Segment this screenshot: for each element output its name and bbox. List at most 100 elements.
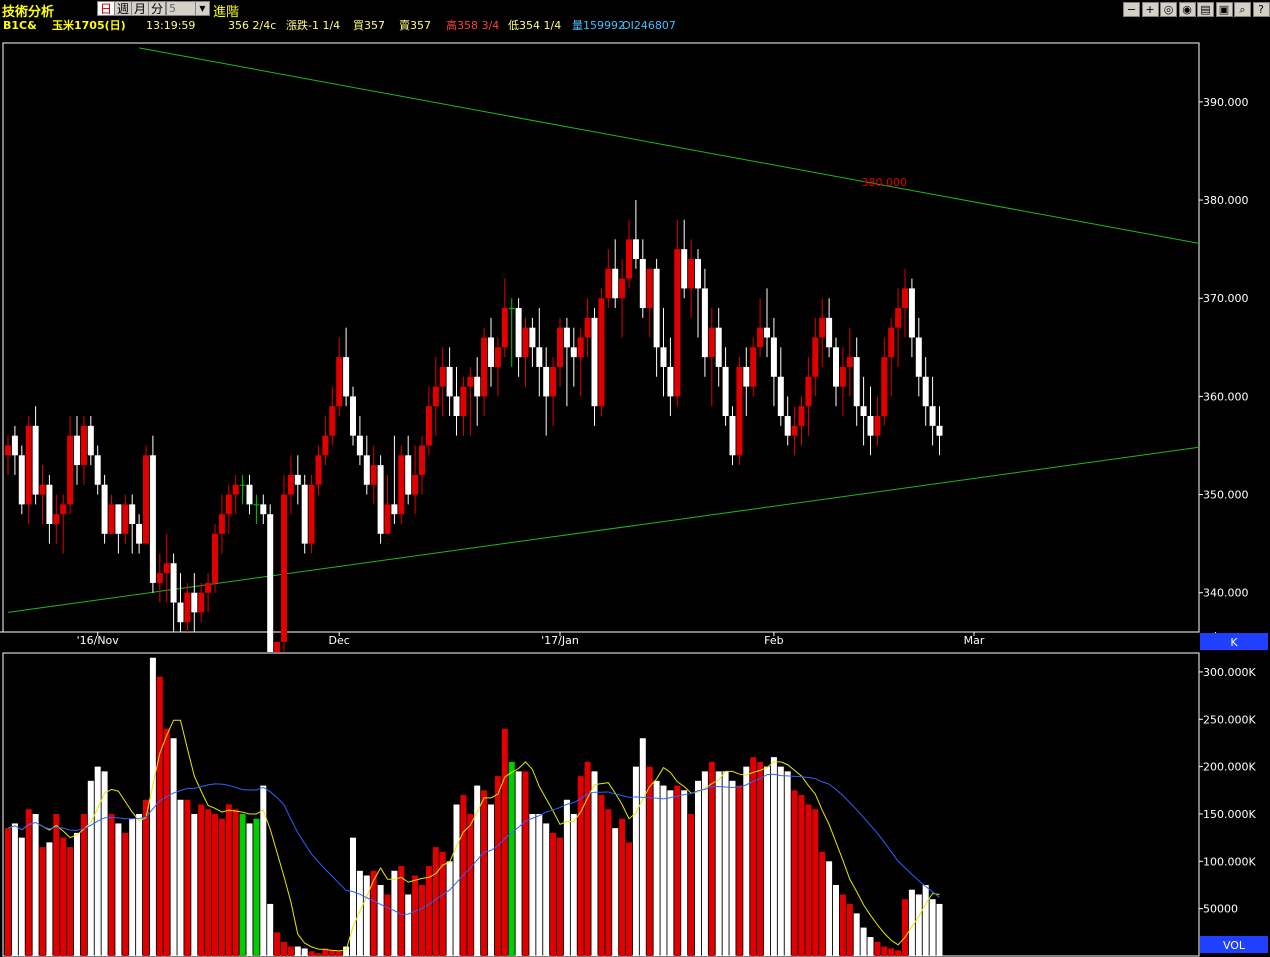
candle-body — [25, 425, 32, 505]
candle-body — [591, 317, 598, 407]
candle — [736, 357, 743, 466]
volume-bar — [839, 894, 846, 956]
volume-bar — [812, 809, 819, 956]
volume-bar — [646, 766, 653, 956]
volume-bar — [370, 870, 377, 956]
print-icon[interactable]: ▤ — [1197, 2, 1214, 17]
minute-interval-select[interactable]: 5 ▼ — [166, 1, 210, 16]
volume-bar — [798, 795, 805, 956]
candle — [308, 474, 315, 554]
volume-bar — [425, 866, 432, 956]
price-annotation: 380.000 — [862, 176, 908, 189]
candle-body — [584, 317, 591, 338]
volume-bar — [846, 903, 853, 956]
volume-bar — [467, 813, 474, 956]
candle-body — [5, 445, 11, 456]
candle-body — [239, 484, 246, 486]
candle — [149, 435, 156, 593]
help-icon[interactable]: ? — [1252, 2, 1270, 17]
volume-bar — [488, 804, 494, 956]
candle-body — [494, 347, 501, 367]
volume-bar — [708, 761, 715, 956]
candle-body — [557, 327, 563, 367]
candle-body — [87, 425, 94, 456]
volume-bar — [598, 795, 605, 956]
candle-body — [205, 582, 212, 593]
volume-bar — [377, 884, 384, 956]
volume-value: 量159992 — [572, 19, 625, 32]
zoom-out-icon[interactable]: ◎ — [1160, 2, 1177, 17]
volume-bar — [205, 809, 212, 956]
volume-bar — [770, 757, 777, 956]
minus-icon[interactable]: − — [1123, 2, 1140, 17]
candle-body — [626, 239, 632, 279]
search-icon[interactable]: ⌕ — [1234, 2, 1251, 17]
volume-bar — [922, 884, 929, 956]
volume-bar — [343, 946, 350, 956]
volume-bar — [550, 832, 557, 956]
plus-icon[interactable]: + — [1141, 2, 1159, 17]
volume-bar — [529, 813, 536, 956]
period-month-button[interactable]: 月 — [131, 1, 149, 16]
volume-bar — [122, 832, 129, 956]
volume-bar — [833, 884, 839, 956]
candle-body — [833, 347, 839, 387]
candle-body — [460, 386, 467, 417]
candle — [101, 474, 108, 544]
volume-bar — [508, 761, 515, 956]
zoom-in-icon[interactable]: ◉ — [1178, 2, 1196, 17]
candle-body — [736, 366, 743, 456]
volume-bar — [860, 927, 867, 956]
chevron-down-icon[interactable]: ▼ — [195, 2, 209, 15]
volume-bar — [32, 813, 39, 956]
volume-bar — [936, 903, 943, 956]
candle — [398, 445, 405, 525]
candle — [212, 524, 218, 593]
volume-bar — [619, 818, 626, 956]
candle-body — [819, 317, 826, 338]
candle-body — [32, 425, 39, 495]
vol-panel-label: VOL — [1223, 939, 1246, 952]
candle-body — [398, 455, 405, 515]
candle-body — [688, 258, 695, 289]
volume-tick-label: 50000 — [1203, 903, 1238, 916]
period-day-button[interactable]: 日 — [97, 1, 115, 16]
candle-body — [377, 465, 384, 534]
candlestick-chart[interactable]: 340.000 350.000 360.000 370.000 380.000 390.0… — [0, 40, 1270, 652]
volume-bar — [570, 813, 577, 956]
toolbar: 技術分析 日 週 月 分 5 ▼ 進階 − + ◎ ◉ ▤ ▣ ⌕? — [0, 0, 1270, 20]
candle-body — [308, 484, 315, 544]
volume-bar — [667, 790, 674, 956]
candle-body — [267, 514, 274, 652]
candle-body — [343, 357, 350, 397]
volume-bar — [626, 842, 632, 956]
volume-bar — [287, 946, 294, 956]
period-minute-button[interactable]: 分 — [148, 1, 166, 16]
candle-body — [446, 366, 453, 397]
volume-bar — [729, 780, 736, 956]
volume-bar — [695, 780, 701, 956]
volume-bar — [329, 950, 336, 956]
candle — [267, 504, 274, 652]
candle-body — [598, 298, 605, 407]
candle — [598, 288, 605, 417]
volume-chart[interactable]: 50000 100.000K 150.000K 200.000K 250.000K 300… — [0, 652, 1270, 957]
volume-bar — [536, 813, 543, 956]
candle-body — [522, 327, 529, 358]
volume-bar — [660, 785, 667, 956]
candle-body — [605, 268, 612, 299]
volume-axis-ticks: 50000 100.000K 150.000K 200.000K 250.000K 300… — [1199, 666, 1256, 916]
save-icon[interactable]: ▣ — [1215, 2, 1233, 17]
volume-bar — [301, 948, 308, 956]
price-change: 漲跌-1 1/4 — [286, 19, 341, 32]
volume-bar — [405, 894, 412, 956]
candle-body — [853, 357, 860, 407]
time-axis-ticks: '16/NovDec'17/JanFebMarApr — [77, 632, 1225, 647]
candle-body — [260, 504, 267, 515]
volume-bar — [156, 676, 163, 956]
symbol-name: 玉米1705(日) — [52, 19, 126, 32]
candle-body — [274, 641, 281, 652]
candle-body — [777, 376, 784, 417]
period-week-button[interactable]: 週 — [114, 1, 132, 16]
volume-bar — [929, 899, 936, 956]
